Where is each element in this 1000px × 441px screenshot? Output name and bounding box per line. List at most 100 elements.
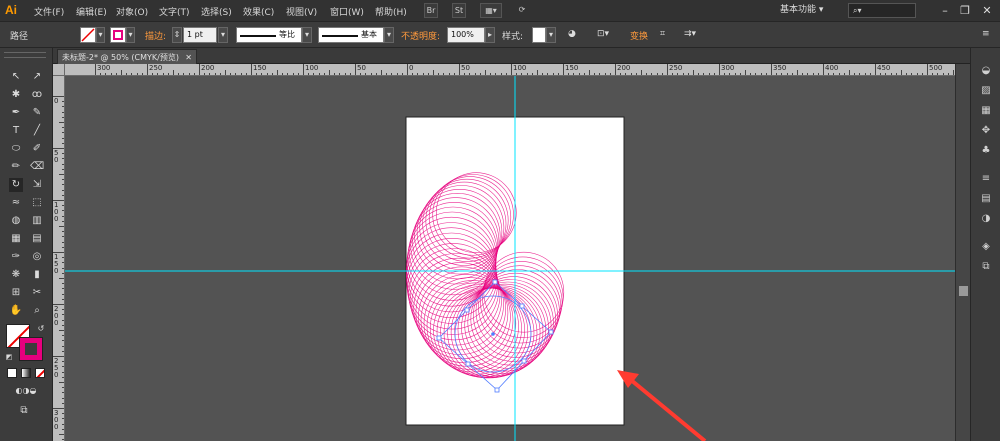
gradient-mode-icon[interactable] xyxy=(21,368,31,378)
opacity-label[interactable]: 不透明度: xyxy=(401,29,440,42)
color-guide-icon[interactable]: ◒ xyxy=(979,64,993,78)
stroke-weight-input[interactable]: 1 pt xyxy=(183,27,217,43)
stock-button[interactable]: St xyxy=(452,3,466,18)
ruler-tick xyxy=(303,64,304,75)
variable-width-profile[interactable]: 等比 xyxy=(236,27,302,43)
curvature-tool-icon[interactable]: ✎ xyxy=(30,106,44,120)
stroke-dropdown[interactable]: ▾ xyxy=(126,27,135,43)
minimize-icon[interactable]: – xyxy=(936,2,954,19)
opacity-input[interactable]: 100% xyxy=(447,27,485,43)
swap-fill-stroke-icon[interactable]: ↺ xyxy=(34,322,48,336)
blend-tool-icon[interactable]: ◎ xyxy=(30,250,44,264)
color-panel-icon[interactable]: ▨ xyxy=(979,84,993,98)
pen-tool-icon[interactable]: ✒ xyxy=(9,106,23,120)
vertical-ruler[interactable]: 0 50 100 150 200 250 300 xyxy=(53,76,65,441)
scrollbar-thumb[interactable] xyxy=(959,286,968,296)
eyedropper-icon[interactable]: ✑ xyxy=(9,250,23,264)
line-tool-icon[interactable]: ╱ xyxy=(30,124,44,138)
magic-wand-icon[interactable]: ✱ xyxy=(9,88,23,102)
brushes-icon[interactable]: ✥ xyxy=(979,124,993,138)
ellipse-tool-icon[interactable]: ⬭ xyxy=(9,142,23,156)
menu-object[interactable]: 对象(O) xyxy=(116,5,148,18)
menu-view[interactable]: 视图(V) xyxy=(286,5,317,18)
drawing-modes-icon[interactable]: ◐◑◒ xyxy=(6,384,46,398)
gradient-panel-icon[interactable]: ▤ xyxy=(979,192,993,206)
color-mode-icon[interactable] xyxy=(7,368,17,378)
perspective-grid-icon[interactable]: ▥ xyxy=(30,214,44,228)
options-icon[interactable]: ⇉▾ xyxy=(684,29,696,39)
scale-tool-icon[interactable]: ⇲ xyxy=(30,178,44,192)
type-tool-icon[interactable]: T xyxy=(9,124,23,138)
menu-help[interactable]: 帮助(H) xyxy=(375,5,407,18)
fill-dropdown[interactable]: ▾ xyxy=(96,27,105,43)
close-icon[interactable]: ✕ xyxy=(978,2,996,19)
direct-selection-tool-icon[interactable]: ↗ xyxy=(30,70,44,84)
default-colors-icon[interactable]: ◩ xyxy=(2,350,16,364)
shape-builder-icon[interactable]: ◍ xyxy=(9,214,23,228)
rotate-tool-icon[interactable]: ↻ xyxy=(9,178,23,192)
artboard-tool-icon[interactable]: ⊞ xyxy=(9,286,23,300)
close-tab-icon[interactable]: ✕ xyxy=(185,50,192,65)
workspace-switcher[interactable]: 基本功能 ▾ xyxy=(780,3,844,18)
eraser-icon[interactable]: ⌫ xyxy=(30,160,44,174)
profile-dropdown[interactable]: ▾ xyxy=(302,27,312,43)
align-icon[interactable]: ⊡▾ xyxy=(597,29,609,39)
width-tool-icon[interactable]: ≈ xyxy=(9,196,23,210)
stroke-weight-dropdown[interactable]: ▾ xyxy=(218,27,228,43)
none-mode-icon[interactable] xyxy=(35,368,45,378)
graph-tool-icon[interactable]: ▮ xyxy=(30,268,44,282)
restore-icon[interactable]: ❐ xyxy=(956,2,974,19)
menu-window[interactable]: 窗口(W) xyxy=(330,5,364,18)
transparency-icon[interactable]: ◑ xyxy=(979,212,993,226)
isolate-icon[interactable]: ⌗ xyxy=(660,29,665,39)
artboards-icon[interactable]: ⧉ xyxy=(979,260,993,274)
selection-tool-icon[interactable]: ↖ xyxy=(9,70,23,84)
brush-dropdown[interactable]: ▾ xyxy=(384,27,394,43)
free-transform-icon[interactable]: ⬚ xyxy=(30,196,44,210)
ruler-origin[interactable] xyxy=(53,64,65,76)
opacity-dropdown[interactable]: ▸ xyxy=(485,27,495,43)
horizontal-ruler[interactable]: 300 250 200 150 100 50 0 50 100 150 200 250 300 350 40… xyxy=(65,64,955,76)
arrange-documents-button[interactable]: ▦▾ xyxy=(480,3,502,18)
layers-icon[interactable]: ◈ xyxy=(979,240,993,254)
lasso-icon[interactable]: ꝏ xyxy=(30,88,44,102)
menu-effect[interactable]: 效果(C) xyxy=(243,5,274,18)
slice-tool-icon[interactable]: ✂ xyxy=(30,286,44,300)
transform-label[interactable]: 变换 xyxy=(630,29,648,42)
panel-menu-icon[interactable]: ≡ xyxy=(982,29,990,39)
graphic-style-swatch[interactable] xyxy=(532,27,546,43)
gradient-tool-icon[interactable]: ▤ xyxy=(30,232,44,246)
vertical-scrollbar[interactable] xyxy=(955,64,970,441)
mesh-tool-icon[interactable]: ▦ xyxy=(9,232,23,246)
ruler-label: 300 xyxy=(54,409,59,431)
stroke-panel-icon[interactable]: ≡ xyxy=(979,172,993,186)
pencil-icon[interactable]: ✏ xyxy=(9,160,23,174)
gpu-icon[interactable]: ⟳ xyxy=(514,3,530,18)
menu-edit[interactable]: 编辑(E) xyxy=(76,5,107,18)
style-dropdown[interactable]: ▾ xyxy=(546,27,556,43)
stroke-box[interactable] xyxy=(19,337,43,361)
zoom-tool-icon[interactable]: ⌕ xyxy=(30,304,44,318)
document-tab[interactable]: 未标题-2* @ 50% (CMYK/预览) ✕ xyxy=(57,49,197,64)
symbols-icon[interactable]: ♣ xyxy=(979,144,993,158)
stroke-weight-stepper[interactable]: ⇕ xyxy=(172,27,182,43)
canvas[interactable] xyxy=(65,76,955,441)
screen-mode-icon[interactable]: ⧉ xyxy=(17,404,31,418)
stroke-swatch[interactable] xyxy=(110,27,126,43)
paintbrush-icon[interactable]: ✐ xyxy=(30,142,44,156)
menu-type[interactable]: 文字(T) xyxy=(159,5,190,18)
search-input[interactable]: ⌕▾ xyxy=(848,3,916,18)
symbol-sprayer-icon[interactable]: ❋ xyxy=(9,268,23,282)
tools-grip[interactable] xyxy=(4,52,46,58)
ruler-label: 100 xyxy=(54,201,59,223)
menu-file[interactable]: 文件(F) xyxy=(34,5,64,18)
stroke-label[interactable]: 描边: xyxy=(145,29,166,42)
brush-line xyxy=(322,35,358,37)
brush-definition[interactable]: 基本 xyxy=(318,27,384,43)
recolor-icon[interactable]: ◕ xyxy=(568,29,576,39)
bridge-button[interactable]: Br xyxy=(424,3,438,18)
swatches-icon[interactable]: ▦ xyxy=(979,104,993,118)
hand-tool-icon[interactable]: ✋ xyxy=(9,304,23,318)
fill-swatch[interactable] xyxy=(80,27,96,43)
menu-select[interactable]: 选择(S) xyxy=(201,5,232,18)
